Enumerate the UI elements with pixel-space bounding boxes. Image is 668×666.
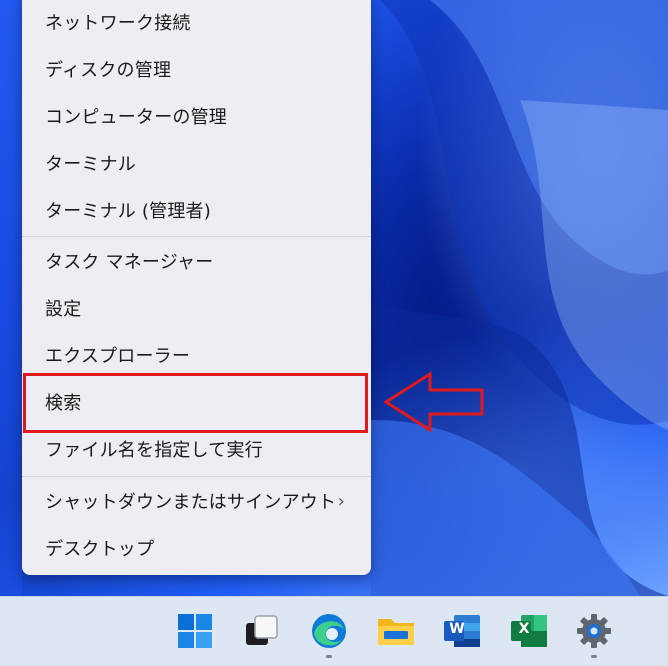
context-menu: ネットワーク接続 ディスクの管理 コンピューターの管理 ターミナル ターミナル … <box>22 0 371 575</box>
menu-item-shutdown-signout[interactable]: シャットダウンまたはサインアウト › <box>22 481 371 521</box>
menu-item-label: 設定 <box>45 299 82 320</box>
menu-item-file-explorer[interactable]: エクスプローラー <box>22 335 371 375</box>
folder-icon <box>378 619 414 645</box>
edge-icon[interactable] <box>307 609 351 653</box>
excel-icon[interactable]: X <box>507 609 551 653</box>
menu-item-computer-management[interactable]: コンピューターの管理 <box>22 96 371 136</box>
edge-browser-icon <box>312 614 346 648</box>
menu-item-label: ターミナル <box>45 154 136 175</box>
menu-divider <box>22 476 371 477</box>
menu-item-label: ターミナル (管理者) <box>45 201 211 222</box>
task-view-glyph-icon <box>246 615 278 645</box>
menu-item-run[interactable]: ファイル名を指定して実行 <box>22 429 371 469</box>
menu-item-label: ネットワーク接続 <box>45 13 191 34</box>
left-arrow-annotation-icon <box>383 371 484 433</box>
settings-icon[interactable] <box>572 609 616 653</box>
menu-item-terminal[interactable]: ターミナル <box>22 143 371 183</box>
menu-item-settings[interactable]: 設定 <box>22 288 371 328</box>
active-app-indicator <box>591 655 597 658</box>
start-icon[interactable] <box>173 609 217 653</box>
menu-item-disk-management[interactable]: ディスクの管理 <box>22 49 371 89</box>
menu-item-label: ディスクの管理 <box>45 60 172 81</box>
menu-item-label: コンピューターの管理 <box>45 107 227 128</box>
word-icon[interactable]: W <box>440 609 484 653</box>
task-view-icon[interactable] <box>240 609 284 653</box>
menu-item-task-manager[interactable]: タスク マネージャー <box>22 241 371 281</box>
menu-item-label: デスクトップ <box>45 539 155 560</box>
menu-item-label: シャットダウンまたはサインアウト <box>45 492 337 513</box>
menu-item-desktop[interactable]: デスクトップ <box>22 528 371 568</box>
excel-letter: X <box>518 621 530 637</box>
menu-item-network-connections[interactable]: ネットワーク接続 <box>22 2 371 42</box>
active-app-indicator <box>326 655 332 658</box>
menu-item-label: エクスプローラー <box>45 346 191 367</box>
windows-logo-icon <box>178 614 212 648</box>
menu-item-label: ファイル名を指定して実行 <box>45 440 263 461</box>
taskbar: W X <box>0 596 668 666</box>
menu-divider <box>22 236 371 237</box>
gear-icon <box>577 614 611 648</box>
menu-item-terminal-admin[interactable]: ターミナル (管理者) <box>22 190 371 230</box>
file-explorer-icon[interactable] <box>374 609 418 653</box>
menu-item-label: タスク マネージャー <box>45 252 214 273</box>
chevron-right-icon: › <box>337 491 345 512</box>
highlight-box <box>23 373 368 433</box>
word-letter: W <box>449 621 465 637</box>
